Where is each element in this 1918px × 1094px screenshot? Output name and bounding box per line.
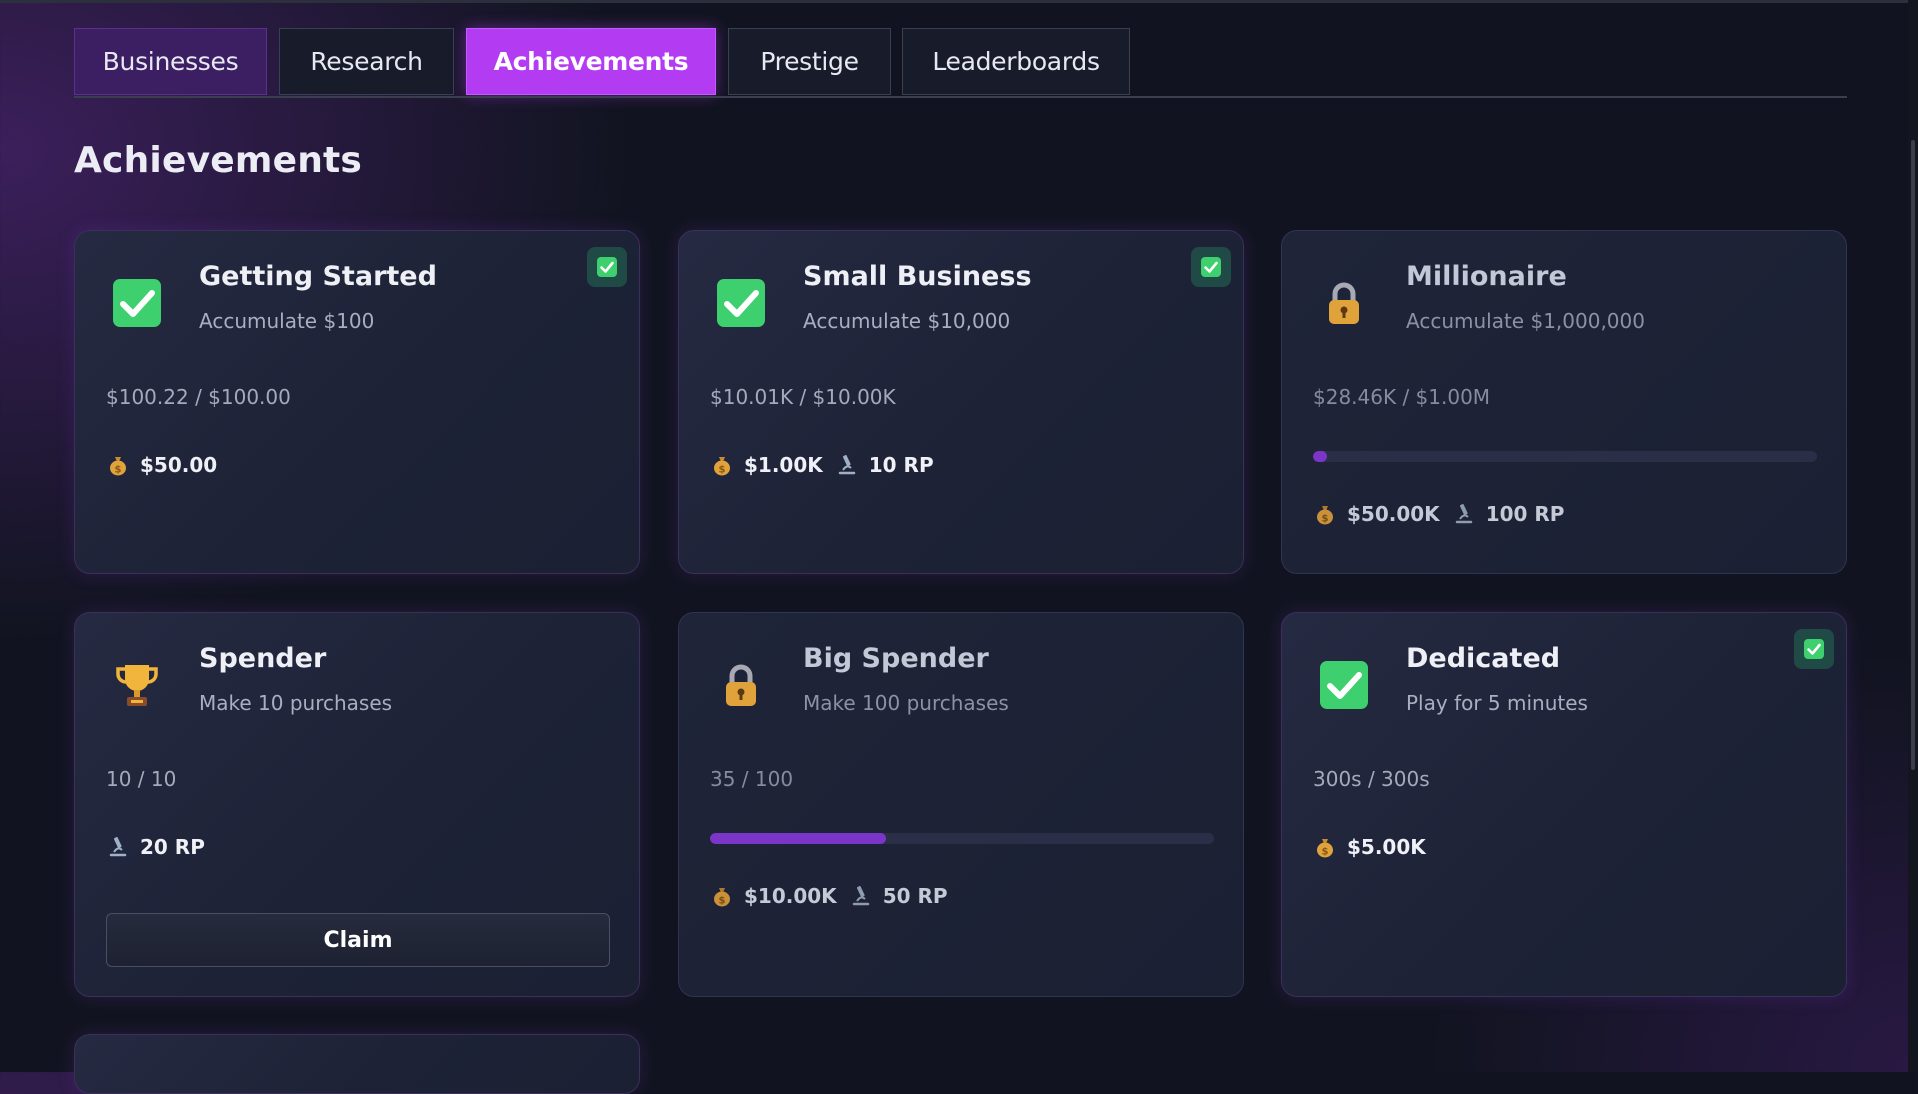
achievement-description: Play for 5 minutes: [1406, 691, 1588, 715]
achievement-rewards: $ $10.00K 50 RP: [710, 884, 948, 908]
check-icon: [717, 279, 765, 327]
microscope-icon: [852, 886, 869, 906]
lock-icon: [1329, 282, 1359, 324]
main-tabbar: Businesses Research Achievements Prestig…: [74, 28, 1847, 98]
completed-checkbox: [1191, 247, 1231, 287]
top-border: [0, 0, 1918, 3]
achievement-progress-text: 35 / 100: [710, 767, 794, 791]
reward-rp: 20 RP: [140, 835, 205, 859]
reward-money: $5.00K: [1347, 835, 1426, 859]
tab-prestige[interactable]: Prestige: [728, 28, 891, 95]
achievement-rewards: $ $50.00K 100 RP: [1313, 502, 1564, 526]
reward-money: $50.00: [140, 453, 218, 477]
completed-checkbox: [587, 247, 627, 287]
svg-text:$: $: [115, 465, 122, 476]
lock-icon: [726, 664, 756, 706]
page-title: Achievements: [74, 140, 363, 181]
achievement-title: Getting Started: [199, 261, 437, 292]
achievement-card-small-business: Small Business Accumulate $10,000 $10.01…: [678, 230, 1244, 574]
svg-text:$: $: [1322, 847, 1329, 858]
achievement-title: Dedicated: [1406, 643, 1561, 674]
achievement-title: Big Spender: [803, 643, 989, 674]
microscope-icon: [1455, 504, 1472, 524]
money-bag-icon: $: [1317, 839, 1333, 858]
reward-rp: 100 RP: [1485, 502, 1565, 526]
achievement-progress-text: $28.46K / $1.00M: [1313, 385, 1491, 409]
tab-businesses[interactable]: Businesses: [74, 28, 267, 95]
check-icon: [1804, 639, 1824, 659]
achievement-progress-text: $10.01K / $10.00K: [710, 385, 896, 409]
reward-rp: 50 RP: [882, 884, 948, 908]
tabbar-divider: [74, 96, 1847, 98]
achievement-progress-bar: [710, 833, 1214, 844]
progress-fill: [710, 833, 887, 844]
reward-money: $1.00K: [744, 453, 823, 477]
achievement-title: Spender: [199, 643, 327, 674]
microscope-icon: [109, 837, 127, 857]
achievement-description: Accumulate $100: [199, 309, 375, 333]
reward-rp: 10 RP: [868, 453, 934, 477]
trophy-icon: [116, 665, 158, 706]
achievement-description: Accumulate $10,000: [803, 309, 1011, 333]
achievement-description: Accumulate $1,000,000: [1406, 309, 1645, 333]
achievement-title: Small Business: [803, 261, 1032, 292]
achievement-card-partial: [74, 1034, 640, 1094]
money-bag-icon: $: [714, 457, 730, 476]
svg-text:$: $: [719, 465, 726, 476]
reward-money: $50.00K: [1347, 502, 1440, 526]
achievement-card-dedicated: Dedicated Play for 5 minutes 300s / 300s…: [1281, 612, 1847, 997]
check-icon: [597, 257, 617, 277]
tab-research[interactable]: Research: [279, 28, 454, 95]
page-scrollbar[interactable]: [1908, 0, 1918, 1072]
check-icon: [1201, 257, 1221, 277]
tab-achievements[interactable]: Achievements: [466, 28, 716, 95]
achievement-rewards: $ $1.00K 10 RP: [710, 453, 934, 477]
achievement-card-getting-started: Getting Started Accumulate $100 $100.22 …: [74, 230, 640, 574]
achievement-description: Make 10 purchases: [199, 691, 393, 715]
achievement-description: Make 100 purchases: [803, 691, 1009, 715]
achievement-rewards: $ $5.00K: [1313, 835, 1426, 859]
microscope-icon: [838, 455, 856, 475]
check-icon: [113, 279, 161, 327]
completed-checkbox: [1794, 629, 1834, 669]
check-icon: [1320, 661, 1368, 709]
achievement-progress-text: 300s / 300s: [1313, 767, 1430, 791]
tab-leaderboards[interactable]: Leaderboards: [902, 28, 1130, 95]
progress-fill: [1313, 451, 1328, 462]
achievement-rewards: $ $50.00: [106, 453, 217, 477]
money-bag-icon: $: [1317, 506, 1333, 525]
achievement-card-big-spender: Big Spender Make 100 purchases 35 / 100 …: [678, 612, 1244, 997]
claim-button[interactable]: Claim: [106, 913, 610, 967]
reward-money: $10.00K: [744, 884, 837, 908]
achievement-rewards: 20 RP: [106, 835, 205, 859]
achievement-card-millionaire: Millionaire Accumulate $1,000,000 $28.46…: [1281, 230, 1847, 574]
money-bag-icon: $: [110, 457, 126, 476]
scrollbar-thumb[interactable]: [1911, 140, 1915, 770]
svg-text:$: $: [1322, 514, 1329, 525]
achievement-progress-bar: [1313, 451, 1817, 462]
achievement-progress-text: $100.22 / $100.00: [106, 385, 291, 409]
achievement-card-spender: Spender Make 10 purchases 10 / 10 20 RP …: [74, 612, 640, 997]
svg-text:$: $: [719, 896, 726, 907]
money-bag-icon: $: [714, 888, 730, 907]
achievement-title: Millionaire: [1406, 261, 1567, 292]
achievement-progress-text: 10 / 10: [106, 767, 177, 791]
